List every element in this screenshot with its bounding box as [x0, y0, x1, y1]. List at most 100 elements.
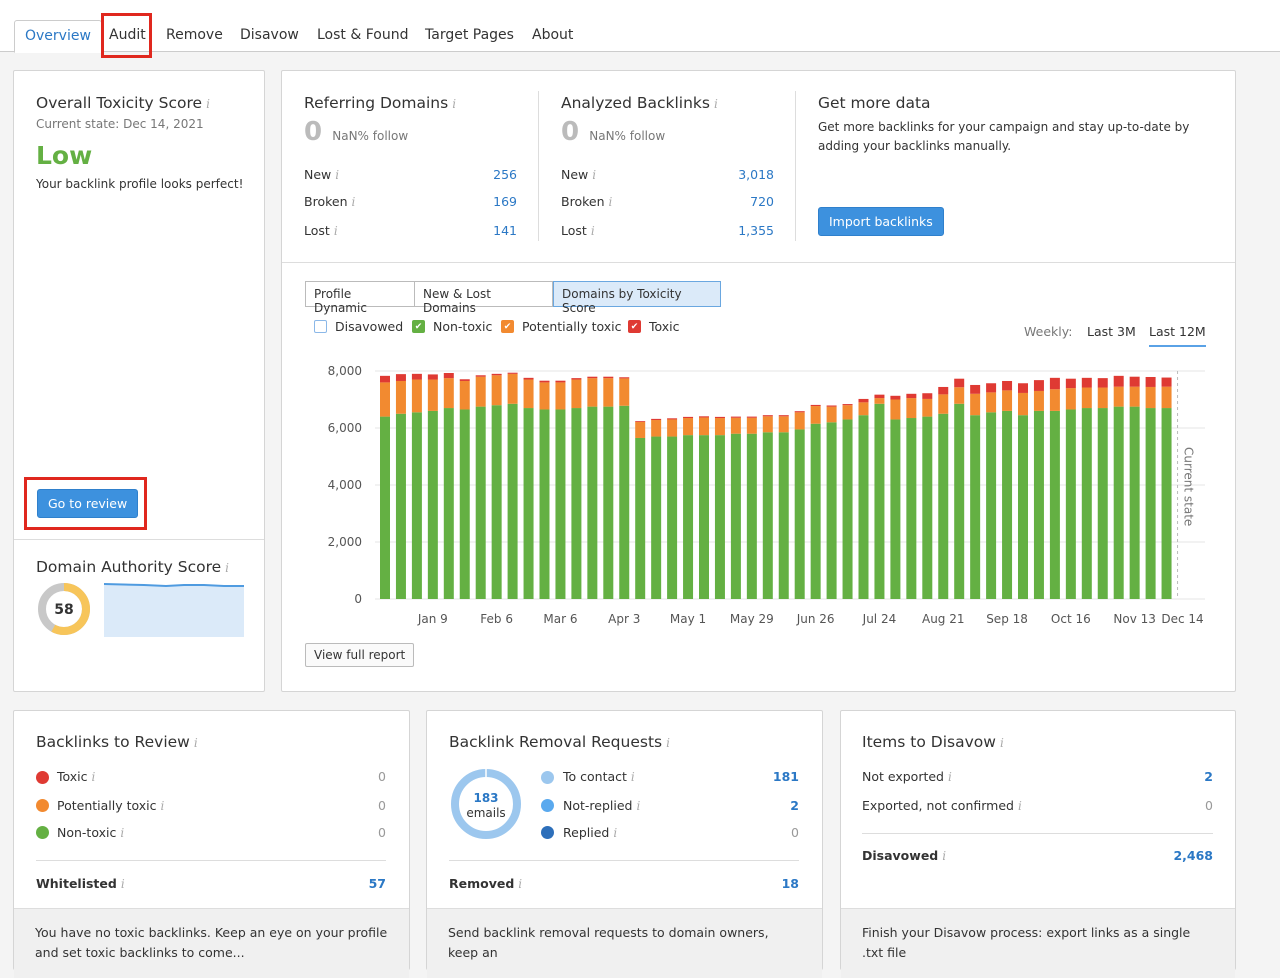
- bar-potentially-toxic: [619, 378, 630, 406]
- tab-new-lost-domains[interactable]: New & Lost Domains: [414, 281, 553, 315]
- rd-broken-value[interactable]: 169: [462, 194, 517, 209]
- review-toxic-value: 0: [378, 769, 386, 784]
- info-icon[interactable]: i: [636, 799, 640, 813]
- tab-lost-found[interactable]: Lost & Found: [307, 20, 418, 52]
- info-icon[interactable]: i: [613, 826, 617, 840]
- disavowed-text: Disavowed: [862, 848, 939, 863]
- info-icon[interactable]: i: [92, 770, 96, 784]
- ab-broken-value[interactable]: 720: [702, 194, 774, 209]
- legend-non-toxic[interactable]: ✔ Non-toxic: [412, 319, 492, 334]
- import-backlinks-button[interactable]: Import backlinks: [818, 207, 944, 236]
- bar-toxic: [443, 372, 454, 379]
- to-contact-value[interactable]: 181: [747, 769, 799, 784]
- info-icon[interactable]: i: [609, 195, 613, 209]
- disavow-title: Items to Disavow i: [862, 733, 1004, 751]
- info-icon[interactable]: i: [631, 770, 635, 784]
- info-icon[interactable]: i: [714, 97, 718, 111]
- info-icon[interactable]: i: [942, 849, 946, 863]
- bar-potentially-toxic: [1097, 387, 1108, 409]
- bar-non-toxic: [906, 418, 917, 599]
- divider: [862, 833, 1213, 834]
- info-icon[interactable]: i: [948, 770, 952, 784]
- review-potentially-toxic-label: Potentially toxic i: [57, 798, 164, 813]
- period-last-12m[interactable]: Last 12M: [1149, 324, 1206, 347]
- bar-toxic: [523, 377, 534, 380]
- tab-disavow[interactable]: Disavow: [230, 20, 309, 52]
- disavow-card: Items to Disavow i Not exported i 2 Export…: [840, 710, 1236, 978]
- info-icon[interactable]: i: [206, 97, 210, 111]
- tab-overview[interactable]: Overview: [14, 20, 102, 53]
- tab-remove[interactable]: Remove: [156, 20, 233, 52]
- bar-potentially-toxic: [459, 380, 470, 410]
- checkbox-checked-icon[interactable]: ✔: [412, 320, 425, 333]
- info-icon[interactable]: i: [352, 195, 356, 209]
- info-icon[interactable]: i: [161, 799, 165, 813]
- referring-domains-title: Referring Domains i: [304, 94, 456, 112]
- not-replied-text: Not-replied: [563, 798, 633, 813]
- replied-dot-icon: [541, 826, 554, 839]
- ab-new-value[interactable]: 3,018: [702, 167, 774, 182]
- legend-disavowed[interactable]: Disavowed: [314, 319, 403, 334]
- replied-value: 0: [791, 825, 799, 840]
- period-last-3m[interactable]: Last 3M: [1087, 324, 1136, 339]
- info-icon[interactable]: i: [1018, 799, 1022, 813]
- bar-toxic: [1049, 377, 1060, 390]
- info-icon[interactable]: i: [120, 826, 124, 840]
- legend-disavowed-label: Disavowed: [335, 319, 404, 334]
- exported-not-confirmed-value: 0: [1205, 798, 1213, 813]
- info-icon[interactable]: i: [194, 736, 198, 750]
- bar-potentially-toxic: [1018, 392, 1028, 416]
- disavowed-value[interactable]: 2,468: [1151, 848, 1213, 863]
- bar-toxic: [986, 383, 997, 393]
- info-icon[interactable]: i: [121, 877, 125, 891]
- view-full-report-button[interactable]: View full report: [305, 643, 415, 667]
- legend-toxic[interactable]: ✔ Toxic: [628, 319, 680, 334]
- info-icon[interactable]: i: [666, 736, 670, 750]
- rd-lost-value[interactable]: 141: [462, 223, 517, 238]
- removed-value[interactable]: 18: [747, 876, 799, 891]
- info-icon[interactable]: i: [335, 168, 339, 182]
- tab-target-pages[interactable]: Target Pages: [415, 20, 524, 52]
- bar-toxic: [890, 395, 901, 400]
- bar-non-toxic: [683, 435, 694, 599]
- info-icon[interactable]: i: [518, 877, 522, 891]
- ab-new-label: New i: [561, 167, 596, 182]
- info-icon[interactable]: i: [225, 561, 229, 575]
- bar-potentially-toxic: [970, 393, 981, 416]
- removed-label: Removed i: [449, 876, 522, 891]
- tab-about[interactable]: About: [522, 20, 583, 52]
- info-icon[interactable]: i: [334, 224, 338, 238]
- backlinks-review-title-text: Backlinks to Review: [36, 733, 190, 751]
- info-icon[interactable]: i: [1000, 736, 1004, 750]
- bar-toxic: [714, 416, 725, 419]
- rd-new-label: New i: [304, 167, 339, 182]
- tab-profile-dynamic[interactable]: Profile Dynamic: [305, 281, 415, 315]
- not-replied-value[interactable]: 2: [747, 798, 799, 813]
- legend-potentially-toxic[interactable]: ✔ Potentially toxic: [501, 319, 622, 334]
- info-icon[interactable]: i: [591, 224, 595, 238]
- analyzed-total-value: 0: [561, 117, 580, 147]
- bar-non-toxic: [475, 406, 486, 599]
- tab-bar: Overview Audit Remove Disavow Lost & Fou…: [0, 0, 1280, 53]
- rd-new-value[interactable]: 256: [462, 167, 517, 182]
- bar-non-toxic: [667, 436, 678, 599]
- legend-potentially-toxic-label: Potentially toxic: [522, 319, 622, 334]
- checkbox-checked-icon[interactable]: ✔: [501, 320, 514, 333]
- not-exported-value[interactable]: 2: [1161, 769, 1213, 784]
- toxicity-card: Overall Toxicity Score i Current state: D…: [13, 70, 265, 692]
- go-to-review-button[interactable]: Go to review: [37, 489, 139, 518]
- tab-audit[interactable]: Audit: [99, 20, 156, 52]
- whitelisted-value[interactable]: 57: [334, 876, 386, 891]
- info-icon[interactable]: i: [592, 168, 596, 182]
- ab-lost-value[interactable]: 1,355: [702, 223, 774, 238]
- bar-non-toxic: [1129, 406, 1140, 599]
- x-tick-label: Apr 3: [608, 612, 640, 626]
- bar-potentially-toxic: [746, 417, 757, 434]
- info-icon[interactable]: i: [452, 97, 456, 111]
- bar-potentially-toxic: [523, 379, 534, 409]
- tab-domains-by-toxicity[interactable]: Domains by Toxicity Score: [553, 281, 721, 315]
- bar-potentially-toxic: [1113, 386, 1124, 407]
- checkbox-unchecked-icon[interactable]: [314, 320, 327, 333]
- checkbox-checked-icon[interactable]: ✔: [628, 320, 641, 333]
- x-tick-label: Feb 6: [480, 612, 513, 626]
